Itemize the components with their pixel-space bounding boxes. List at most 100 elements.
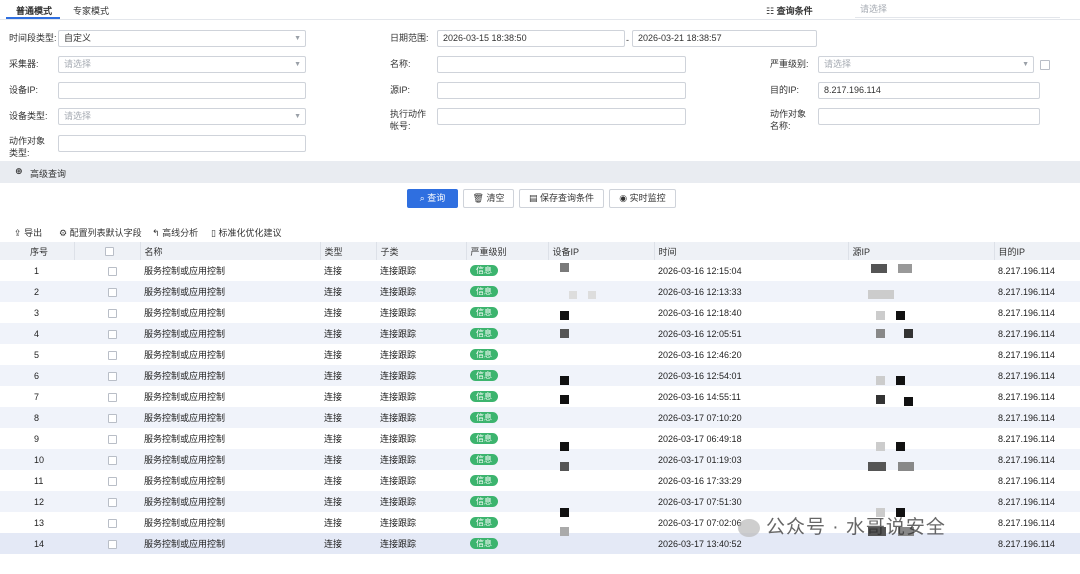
cell-no: 10 [0, 449, 74, 470]
row-checkbox[interactable] [108, 392, 117, 402]
severity-checkbox[interactable] [1040, 60, 1050, 70]
cell-no: 3 [34, 307, 40, 318]
table-row[interactable]: 3 服务控制或应用控制 连接 连接跟踪 信息 2026-03-16 12:18:40 8.2… [0, 302, 1080, 323]
col-header-src-ip[interactable]: 源IP [848, 242, 995, 260]
cell-name: 服务控制或应用控制 [140, 323, 320, 344]
table-row[interactable]: 8 服务控制或应用控制 连接 连接跟踪 信息 2026-03-17 07:10:20 8.2… [0, 407, 1080, 428]
row-checkbox[interactable] [108, 371, 117, 381]
cell-select[interactable] [74, 407, 140, 428]
config-fields-label: 配置列表默认字段 [69, 228, 142, 238]
table-row[interactable]: 10 服务控制或应用控制 连接 连接跟踪 信息 2026-03-17 01:19:03 8.… [0, 449, 1080, 470]
row-checkbox[interactable] [108, 287, 117, 297]
col-header-dst-ip[interactable]: 目的IP [994, 242, 1080, 260]
select-all-checkbox[interactable] [104, 247, 114, 257]
table-row[interactable]: 5 服务控制或应用控制 连接 连接跟踪 信息 2026-03-16 12:46:20 8.2… [0, 344, 1080, 365]
query-button[interactable]: ⌕ 查询 [407, 189, 458, 208]
col-header-device-ip[interactable]: 设备IP [548, 242, 655, 260]
cell-subtype: 连接跟踪 [380, 392, 417, 402]
cell-select[interactable] [74, 428, 140, 449]
device-type-select[interactable]: 请选择 ▼ [58, 108, 306, 125]
date-start-input[interactable]: 2026-03-15 18:38:50 [437, 30, 625, 47]
cell-select[interactable] [74, 491, 140, 512]
advanced-query-label: 高级查询 [30, 169, 67, 179]
export-icon: ⇪ [14, 228, 22, 238]
cell-select[interactable] [74, 470, 140, 491]
time-type-select[interactable]: 自定义 ▼ [58, 30, 306, 47]
cell-src-ip [848, 302, 994, 323]
realtime-monitor-button[interactable]: ◉ 实时监控 [609, 189, 676, 208]
date-end-input[interactable]: 2026-03-21 18:38:57 [632, 30, 817, 47]
action-object-type-input[interactable] [58, 135, 306, 152]
cell-subtype: 连接跟踪 [376, 491, 466, 512]
col-header-severity[interactable]: 严重级别 [466, 242, 549, 260]
row-checkbox[interactable] [108, 476, 117, 486]
cell-no: 2 [0, 281, 74, 302]
table-row[interactable]: 12 服务控制或应用控制 连接 连接跟踪 信息 2026-03-17 07:51:30 8.… [0, 491, 1080, 512]
export-button[interactable]: ⇪ 导出 [14, 226, 42, 239]
table-row[interactable]: 4 服务控制或应用控制 连接 连接跟踪 信息 2026-03-16 12:05:51 8.2… [0, 323, 1080, 344]
tab-expert-mode[interactable]: 专家模式 [73, 4, 109, 17]
col-header-time[interactable]: 时间 [654, 242, 849, 260]
row-checkbox[interactable] [108, 434, 117, 444]
cell-type: 连接 [324, 434, 343, 444]
col-header-no[interactable]: 序号 [0, 242, 75, 260]
cell-no: 4 [0, 323, 74, 344]
cell-select[interactable] [74, 281, 140, 302]
cell-select[interactable] [74, 323, 140, 344]
cell-select[interactable] [74, 533, 140, 554]
row-checkbox[interactable] [108, 329, 117, 339]
name-input[interactable] [437, 56, 686, 73]
cell-select[interactable] [74, 260, 140, 281]
cell-severity: 信息 [466, 365, 548, 386]
exec-account-input[interactable] [437, 108, 686, 125]
query-conditions-select[interactable]: 请选择 [855, 2, 1060, 18]
advanced-query-bar[interactable]: ⊕ 高级查询 [0, 161, 1080, 183]
row-checkbox[interactable] [108, 539, 117, 549]
collector-label: 采集器: [9, 59, 39, 69]
cell-select[interactable] [74, 449, 140, 470]
cell-select[interactable] [74, 302, 140, 323]
cell-subtype: 连接跟踪 [376, 281, 466, 302]
query-conditions-label[interactable]: ☷ 查询条件 [766, 4, 813, 17]
col-header-name[interactable]: 名称 [140, 242, 321, 260]
row-checkbox[interactable] [108, 455, 117, 465]
action-object-name-input[interactable] [818, 108, 1040, 125]
table-row[interactable]: 2 服务控制或应用控制 连接 连接跟踪 信息 2026-03-16 12:13:33 8.2… [0, 281, 1080, 302]
table-row[interactable]: 7 服务控制或应用控制 连接 连接跟踪 信息 2026-03-16 14:55:11 8.2… [0, 386, 1080, 407]
standardize-button[interactable]: ▯ 标准化优化建议 [211, 226, 281, 239]
query-button-label: 查询 [427, 193, 446, 203]
severity-select[interactable]: 请选择 ▼ [818, 56, 1034, 73]
row-checkbox[interactable] [108, 266, 117, 276]
config-fields-button[interactable]: ⚙ 配置列表默认字段 [59, 226, 142, 239]
col-header-subtype[interactable]: 子类 [376, 242, 467, 260]
row-checkbox[interactable] [108, 350, 117, 360]
table-row[interactable]: 11 服务控制或应用控制 连接 连接跟踪 信息 2026-03-16 17:33:29 8.… [0, 470, 1080, 491]
collector-select[interactable]: 请选择 ▼ [58, 56, 306, 73]
cell-src-ip [848, 386, 994, 407]
list-icon: ☷ [766, 6, 775, 16]
row-checkbox[interactable] [108, 518, 117, 528]
tab-normal-mode[interactable]: 普通模式 [16, 4, 52, 17]
cell-dst-ip: 8.217.196.114 [998, 391, 1055, 402]
table-row[interactable]: 9 服务控制或应用控制 连接 连接跟踪 信息 2026-03-17 06:49:18 8.2… [0, 428, 1080, 449]
cell-select[interactable] [74, 386, 140, 407]
cell-select[interactable] [74, 344, 140, 365]
row-checkbox[interactable] [108, 413, 117, 423]
table-row[interactable]: 6 服务控制或应用控制 连接 连接跟踪 信息 2026-03-16 12:54:01 8.2… [0, 365, 1080, 386]
cell-select[interactable] [74, 365, 140, 386]
dst-ip-input[interactable]: 8.217.196.114 [818, 82, 1040, 99]
device-ip-input[interactable] [58, 82, 306, 99]
clear-button[interactable]: 🗑 清空 [463, 189, 514, 208]
severity-label: 严重级别: [770, 59, 809, 69]
src-ip-input[interactable] [437, 82, 686, 99]
col-header-type[interactable]: 类型 [320, 242, 377, 260]
save-query-button[interactable]: ▤ 保存查询条件 [519, 189, 604, 208]
trace-analysis-button[interactable]: ↰ 高线分析 [152, 226, 198, 239]
chevron-down-icon: ▼ [1022, 61, 1029, 68]
cell-select[interactable] [74, 512, 140, 533]
collector-placeholder: 请选择 [64, 59, 92, 69]
row-checkbox[interactable] [108, 497, 117, 507]
col-header-select[interactable] [74, 242, 141, 260]
table-row[interactable]: 1 服务控制或应用控制 连接 连接跟踪 信息 2026-03-16 12:15:04 8.2… [0, 260, 1080, 281]
row-checkbox[interactable] [108, 308, 117, 318]
